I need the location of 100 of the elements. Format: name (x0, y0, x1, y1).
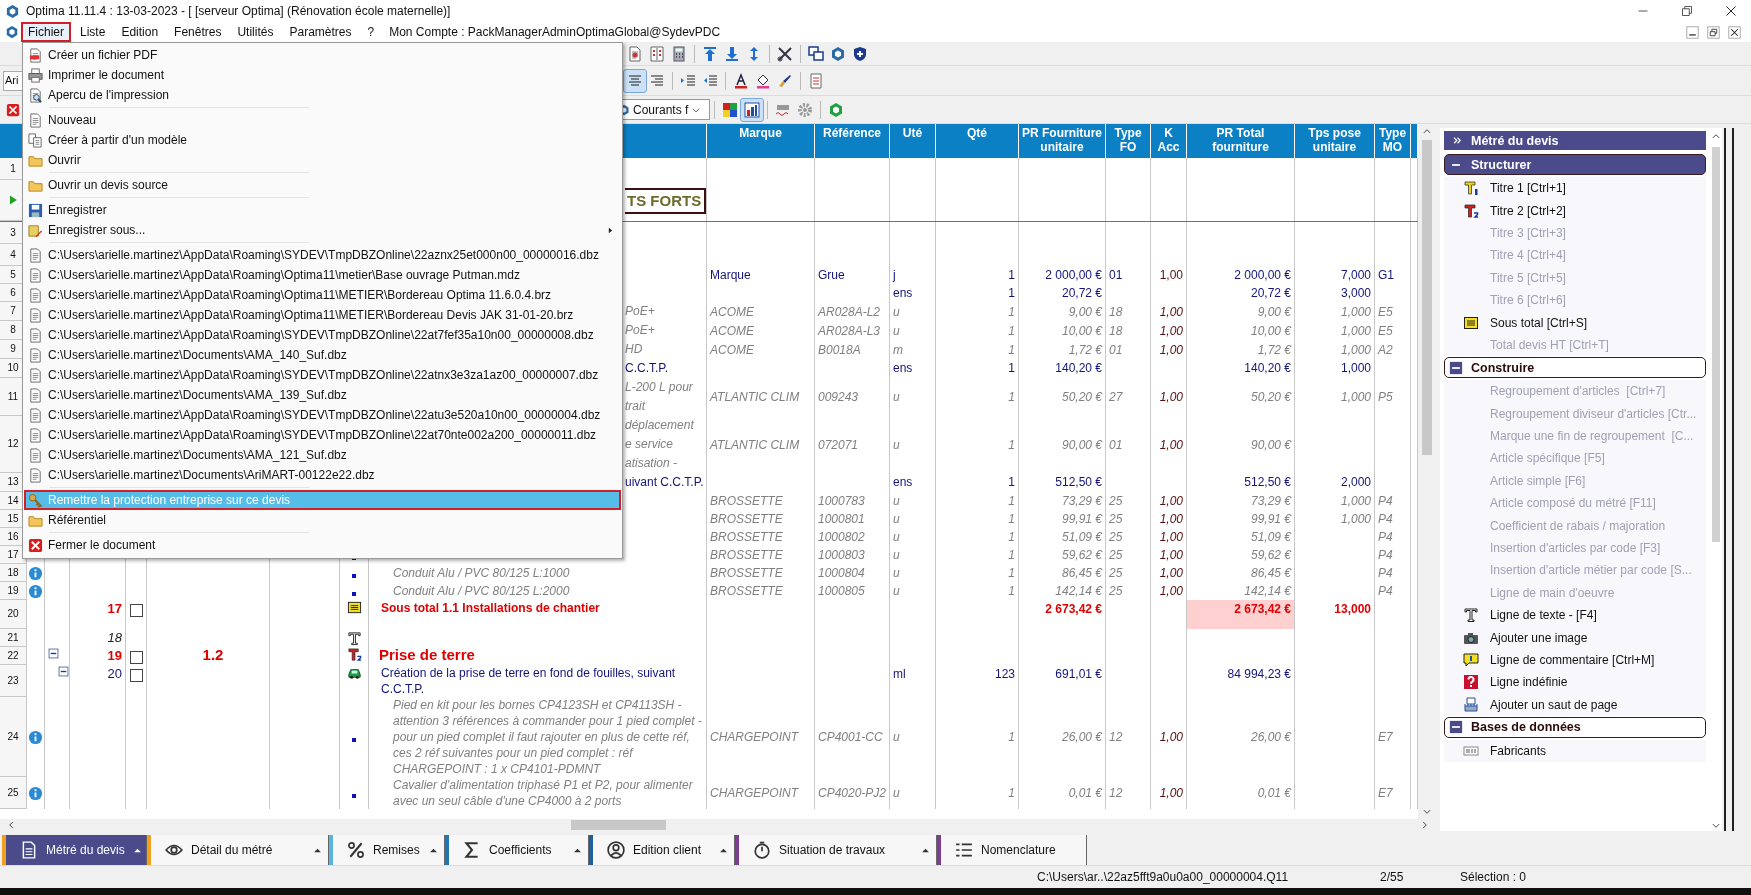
table-cell: 25 (1109, 493, 1123, 509)
align-center-icon[interactable] (624, 69, 646, 92)
recent-file-item[interactable]: C:\Users\arielle.martinez\AppData\Roaming\SYDEV\TmpDBZOnline\22atnx3e3za1az00_00000007.dbz (24, 365, 621, 385)
menu-item[interactable]: ? (360, 22, 382, 42)
section-header[interactable]: Bases de données (1444, 717, 1707, 738)
menu-item[interactable]: Imprimer le document (24, 65, 621, 85)
scrollbar-thumb[interactable] (1422, 140, 1432, 455)
account-label: Mon Compte : PackManagerAdminOptimaGlobal@SydevPDC (388, 25, 721, 39)
menu-item[interactable]: Liste (73, 22, 113, 42)
menu-item[interactable]: Référentiel (24, 510, 621, 530)
recent-file-item[interactable]: C:\Users\arielle.martinez\AppData\Roaming\Optima11\METIER\Bordereau Optima 11.6.0.4.brz (24, 285, 621, 305)
scroll-left-icon[interactable] (6, 820, 16, 830)
scroll-down-icon[interactable] (1711, 821, 1722, 831)
row-number: 19 (7, 583, 19, 598)
table-cell: 10,00 € (1061, 322, 1102, 339)
column-header[interactable]: PR Fourniture unitaire (1019, 124, 1106, 158)
menu-item[interactable]: Enregistrer sous... (24, 220, 621, 240)
info-icon[interactable] (28, 729, 43, 745)
column-header[interactable]: Qté (936, 124, 1019, 158)
info-icon[interactable] (28, 785, 43, 801)
item-number: 19 (107, 648, 122, 664)
section-header[interactable]: Structurer (1444, 154, 1707, 175)
menu-item[interactable]: Enregistrer (24, 200, 621, 220)
column-header[interactable]: PR Total fourniture (1187, 124, 1295, 158)
table-cell: 1 (1008, 285, 1015, 301)
close-icon[interactable] (1725, 5, 1737, 17)
info-icon[interactable] (28, 583, 43, 599)
menu-item[interactable]: Fenêtres (167, 22, 229, 42)
restore-icon[interactable] (1681, 5, 1693, 17)
close-icon[interactable] (1728, 25, 1741, 39)
column-header[interactable]: Référence (815, 124, 890, 158)
recent-file-item[interactable]: C:\Users\arielle.martinez\AppData\Roaming\SYDEV\TmpDBZOnline\22aznx25et000n00_00000016.dbz (24, 245, 621, 265)
scrollbar-thumb[interactable] (571, 820, 666, 830)
scroll-up-icon[interactable] (1711, 131, 1722, 141)
column-header[interactable]: K Acc (1151, 124, 1187, 158)
restore-icon[interactable] (1707, 25, 1720, 39)
percent-icon (347, 841, 365, 859)
minimize-icon[interactable] (1686, 25, 1699, 39)
recent-file-item[interactable]: C:\Users\arielle.martinez\AppData\Roaming\Optima11\METIER\Bordereau Devis JAK 31-01-20.brz (24, 305, 621, 325)
recent-file-item[interactable]: C:\Users\arielle.martinez\Documents\AMA_140_Suf.dbz (24, 345, 621, 365)
recent-file-item[interactable]: C:\Users\arielle.martinez\Documents\AMA_121_Suf.dbz (24, 445, 621, 465)
column-header[interactable]: Type FO (1106, 124, 1151, 158)
panel-item[interactable]: Ajouter un saut de page (1444, 693, 1707, 716)
key-icon (28, 492, 43, 508)
item-number: 20 (107, 666, 122, 682)
info-icon[interactable] (28, 565, 43, 581)
recent-file-item[interactable]: C:\Users\arielle.martinez\Documents\AriMART-00122e22.dbz (24, 465, 621, 485)
panel-item[interactable]: Fabricants (1444, 740, 1707, 763)
panel-item[interactable]: Titre 2 [Ctrl+2] (1444, 199, 1707, 222)
tree-toggle-icon[interactable] (58, 666, 69, 677)
tree-toggle-icon[interactable] (48, 648, 59, 659)
bottom-tab[interactable]: Edition client (589, 835, 735, 865)
menu-item[interactable]: Utilités (230, 22, 281, 42)
row-number: 25 (7, 785, 19, 800)
table-cell: ens (893, 474, 913, 490)
menu-item[interactable]: Fichier (21, 22, 71, 42)
recent-file-item[interactable]: C:\Users\arielle.martinez\AppData\Roaming\SYDEV\TmpDBZOnline\22at7fef35a10n00_00000008.dbz (24, 325, 621, 345)
scroll-right-icon[interactable] (1420, 820, 1430, 830)
scrollbar-thumb[interactable] (1712, 147, 1721, 542)
panel-item[interactable]: Ligne indéfinie (1444, 671, 1707, 694)
scroll-down-icon[interactable] (1422, 807, 1432, 817)
document-icon (28, 367, 43, 383)
menu-item[interactable]: Paramètres (282, 22, 359, 42)
recent-file-item[interactable]: C:\Users\arielle.martinez\AppData\Roaming\SYDEV\TmpDBZOnline\22atu3e520a10n00_00000004.dbz (24, 405, 621, 425)
menu-item[interactable]: Fermer le document (24, 535, 621, 555)
menu-item[interactable]: Ouvrir un devis source (24, 175, 621, 195)
recent-file-item[interactable]: C:\Users\arielle.martinez\AppData\Roaming\SYDEV\TmpDBZOnline\22at70nte002a200_00000011.dbz (24, 425, 621, 445)
bottom-tab[interactable]: Nomenclature (937, 835, 1087, 865)
checkbox[interactable] (129, 651, 143, 664)
menu-item[interactable]: Créer à partir d'un modèle (24, 130, 621, 150)
bottom-tab[interactable]: Coefficients (445, 835, 589, 865)
column-header[interactable]: Type MO (1375, 124, 1411, 158)
table-cell: 86,45 € (1061, 565, 1102, 581)
panel-item[interactable]: Titre 1 [Ctrl+1] (1444, 177, 1707, 200)
table-cell: 1,00 (1159, 511, 1183, 527)
column-header[interactable]: Marque (707, 124, 815, 158)
section-header[interactable]: Construire (1444, 357, 1707, 379)
checkbox[interactable] (129, 669, 143, 682)
column-header[interactable]: Uté (890, 124, 936, 158)
checkbox[interactable] (129, 604, 143, 617)
splitter-bar[interactable] (1724, 128, 1734, 831)
panel-item[interactable]: Ligne de texte - [F4] (1444, 604, 1707, 627)
menu-item[interactable]: Ouvrir (24, 150, 621, 170)
column-header[interactable]: Tps pose unitaire (1295, 124, 1375, 158)
panel-item[interactable]: Ligne de commentaire [Ctrl+M] (1444, 648, 1707, 672)
panel-item[interactable]: Ajouter une image (1444, 626, 1707, 649)
table-cell: 59,62 € (1061, 547, 1102, 563)
collapse-icon[interactable] (1449, 720, 1463, 735)
bar-chart-icon[interactable] (741, 98, 763, 121)
collapse-icon[interactable] (1449, 360, 1463, 375)
menu-item[interactable]: Edition (114, 22, 166, 42)
panel-item[interactable]: Sous total [Ctrl+S] (1444, 311, 1707, 334)
scroll-up-icon[interactable] (1422, 126, 1432, 136)
bottom-tab[interactable]: Métré du devis (2, 835, 147, 865)
bottom-tab[interactable]: Détail du métré (147, 835, 329, 865)
title-level-icon (1463, 202, 1479, 219)
recent-file-item[interactable]: C:\Users\arielle.martinez\AppData\Roaming\Optima11\metier\Base ouvrage Putman.mdz (24, 265, 621, 285)
bottom-tab[interactable]: Remises (329, 835, 445, 865)
bottom-tab[interactable]: Situation de travaux (735, 835, 937, 865)
recent-file-item[interactable]: C:\Users\arielle.martinez\Documents\AMA_139_Suf.dbz (24, 385, 621, 405)
